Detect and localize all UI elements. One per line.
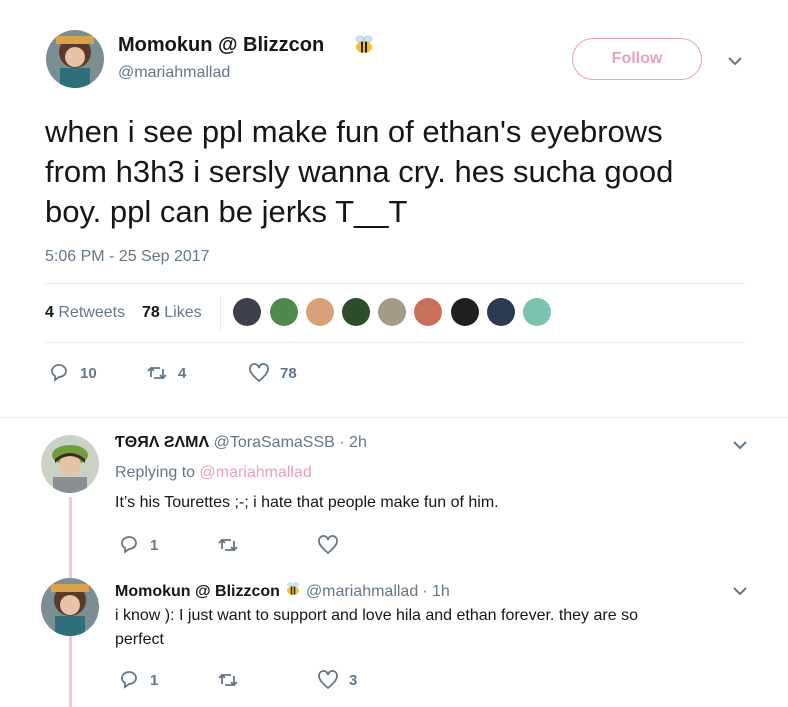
reply-avatar[interactable] — [41, 578, 99, 636]
like-count: 3 — [349, 671, 358, 689]
divider — [45, 283, 745, 284]
tweet-text-line: when i see ppl make fun of ethan's eyebr… — [45, 114, 663, 149]
like-icon — [318, 670, 338, 690]
like-icon — [318, 535, 338, 555]
retweets-count: 4 — [45, 304, 54, 321]
reply-author-handle[interactable]: @ToraSamaSSB — [214, 434, 335, 451]
reply-count: 1 — [150, 536, 159, 554]
retweet-icon — [218, 538, 238, 552]
divider — [45, 342, 745, 343]
likes-count: 78 — [142, 304, 160, 321]
like-count: 78 — [280, 364, 297, 382]
reply-count: 10 — [80, 364, 97, 382]
liker-avatar[interactable] — [306, 298, 334, 326]
reply-icon — [121, 671, 137, 689]
retweets-stat[interactable]: 4 Retweets — [45, 304, 125, 322]
tweet-text-line: from h3h3 i sersly wanna cry. hes sucha … — [45, 154, 674, 189]
reply-action[interactable]: 1 — [118, 669, 158, 691]
like-action[interactable]: 78 — [248, 362, 297, 384]
like-action[interactable] — [317, 534, 349, 556]
reply-author-handle[interactable]: @mariahmallad — [306, 583, 418, 601]
retweet-icon — [218, 673, 238, 687]
reply-avatar[interactable] — [41, 435, 99, 493]
likes-label: Likes — [164, 304, 202, 321]
tweet-text: when i see ppl make fun of ethan's eyebr… — [45, 112, 673, 232]
chevron-down-icon[interactable] — [726, 52, 744, 70]
reply-author-name[interactable]: ƬΘЯΛ ƧΛMΛ — [115, 434, 209, 451]
likes-stat[interactable]: 78 Likes — [142, 304, 202, 322]
reply-action[interactable]: 1 — [118, 534, 158, 556]
reply-count: 1 — [150, 671, 159, 689]
replying-to: Replying to @mariahmallad — [115, 464, 312, 482]
reply-header: ƬΘЯΛ ƧΛMΛ @ToraSamaSSB · 2h — [115, 434, 367, 452]
chevron-down-icon[interactable] — [731, 582, 749, 600]
follow-button[interactable]: Follow — [572, 38, 702, 80]
author-handle[interactable]: @mariahmallad — [118, 64, 230, 82]
chevron-down-icon[interactable] — [731, 436, 749, 454]
liker-avatar[interactable] — [270, 298, 298, 326]
divider — [0, 417, 788, 418]
bee-icon — [352, 33, 376, 62]
retweets-label: Retweets — [58, 304, 126, 321]
replying-to-link[interactable]: @mariahmallad — [200, 464, 312, 481]
liker-avatar[interactable] — [451, 298, 479, 326]
retweet-icon — [147, 366, 167, 380]
like-action[interactable]: 3 — [317, 669, 357, 691]
reply-text-line: perfect — [115, 631, 164, 648]
bee-icon — [284, 580, 302, 603]
liker-avatar[interactable] — [523, 298, 551, 326]
reply-text: It’s his Tourettes ;-; i hate that peopl… — [115, 494, 499, 511]
replying-to-prefix: Replying to — [115, 464, 196, 481]
author-name[interactable]: Momokun @ Blizzcon — [118, 34, 324, 57]
reply-time[interactable]: · 2h — [339, 434, 367, 451]
like-icon — [249, 363, 269, 383]
follow-button-label: Follow — [611, 50, 663, 67]
liker-avatar[interactable] — [414, 298, 442, 326]
retweet-action[interactable]: 4 — [146, 362, 186, 384]
liker-avatar[interactable] — [487, 298, 515, 326]
reply-text: i know ): I just want to support and lov… — [115, 604, 638, 652]
stats-separator — [220, 296, 221, 330]
author-avatar[interactable] — [46, 30, 104, 88]
reply-action[interactable]: 10 — [48, 362, 97, 384]
liker-avatar[interactable] — [233, 298, 261, 326]
retweet-count: 4 — [178, 364, 187, 382]
reply-icon — [121, 536, 137, 554]
reply-header: Momokun @ Blizzcon @mariahmallad · 1h — [115, 580, 450, 603]
tweet-text-line: boy. ppl can be jerks T__T — [45, 194, 408, 229]
tweet-timestamp[interactable]: 5:06 PM - 25 Sep 2017 — [45, 248, 210, 266]
liker-avatar[interactable] — [342, 298, 370, 326]
retweet-action[interactable] — [217, 534, 249, 556]
reply-time[interactable]: · 1h — [422, 583, 450, 601]
liker-avatar[interactable] — [378, 298, 406, 326]
reply-author-name[interactable]: Momokun @ Blizzcon — [115, 583, 280, 601]
retweet-action[interactable] — [217, 669, 249, 691]
reply-text-line: i know ): I just want to support and lov… — [115, 607, 638, 624]
reply-icon — [51, 364, 67, 382]
